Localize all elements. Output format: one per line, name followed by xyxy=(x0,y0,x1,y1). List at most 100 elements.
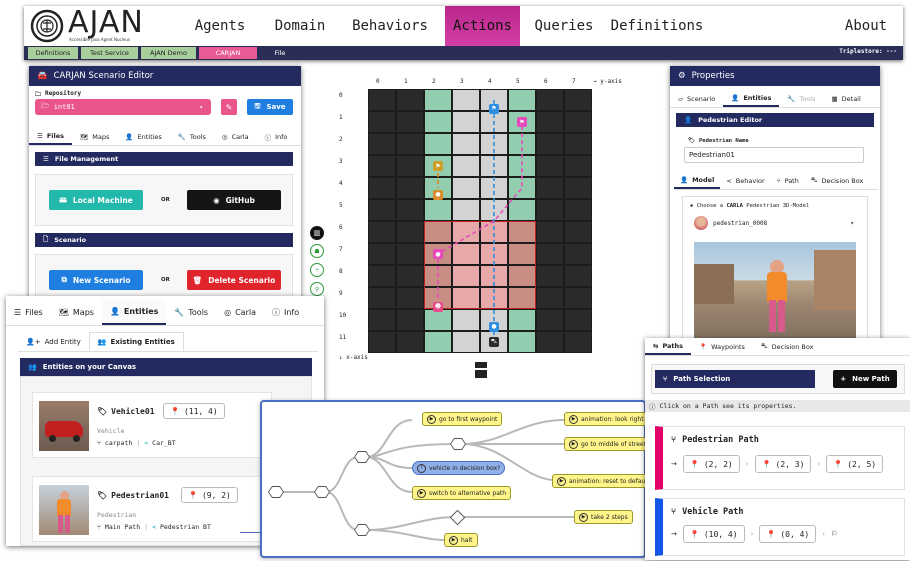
cube-icon: ◈ xyxy=(690,203,697,209)
vehicle-goal-flag-icon[interactable]: ⚑ xyxy=(489,103,499,114)
tab-entities[interactable]: 👤 Entities xyxy=(101,300,167,325)
action-node[interactable]: ▶ take 2 steps xyxy=(574,510,633,524)
pedestrian-goal-flag-icon[interactable]: ⚑ xyxy=(517,117,527,127)
entity-type: Vehicle xyxy=(97,427,125,435)
tab-existing-entities[interactable]: 👥 Existing Entities xyxy=(88,332,184,351)
pedestrian-start-marker xyxy=(475,362,487,378)
repository-select[interactable]: 🗁 int01 ▾ xyxy=(35,99,211,115)
nav-item-actions[interactable]: Actions xyxy=(445,6,520,46)
entity-card-vehicle[interactable]: 🏷 Vehicle01 📍 (11, 4) Vehicle ⑂ carpath | < Ca… xyxy=(32,392,272,458)
top-navbar: AJAN Accessible Java Agent Nucleus Agent… xyxy=(24,5,903,60)
tab-tools[interactable]: 🔧 Tools xyxy=(170,128,214,145)
tab-entities[interactable]: 👤 Entities xyxy=(117,128,169,145)
tab-decision-box[interactable]: ⛍ Decision Box xyxy=(753,338,822,355)
action-node[interactable]: ▶ go to first waypoint xyxy=(422,412,503,426)
waypoint-chip[interactable]: 📍 (0, 4) xyxy=(759,525,817,543)
tab-info[interactable]: ⓘ Info xyxy=(257,128,296,145)
pedestrian-icon[interactable]: ☻ xyxy=(433,301,443,312)
action-node[interactable]: ▶ halt xyxy=(444,533,478,547)
tab-behavior[interactable]: < Behavior xyxy=(720,172,770,189)
tab-scenario[interactable]: ▱ Scenario xyxy=(670,90,723,107)
nav-item-definitions[interactable]: Definitions xyxy=(602,6,712,46)
waypoint-chip[interactable]: 📍 (2, 3) xyxy=(754,455,812,473)
logo[interactable]: AJAN Accessible Java Agent Nucleus xyxy=(30,5,150,45)
tab-paths[interactable]: ⇆ Paths xyxy=(645,338,692,355)
delete-scenario-button[interactable]: 🗑 Delete Scenario xyxy=(187,270,281,290)
subnav-test-service[interactable]: Test Service xyxy=(81,47,138,59)
new-scenario-button[interactable]: ⧉ New Scenario xyxy=(49,270,143,290)
vehicle-icon[interactable]: ⛍ xyxy=(489,337,499,347)
tool-waypoint-icon[interactable]: ⚲ xyxy=(310,282,324,296)
entity-behavior: Pedestrian BT xyxy=(159,523,211,531)
vehicle-waypoint-icon[interactable]: ● xyxy=(489,321,499,332)
subnav-ajan-demo[interactable]: AJAN Demo xyxy=(141,47,196,59)
flag-icon: ⚐ xyxy=(831,530,838,538)
brain-logo-icon xyxy=(30,9,64,43)
route-icon: ⑂ xyxy=(671,435,677,445)
tab-carla[interactable]: ◎ Carla xyxy=(216,300,264,325)
choose-suffix: Pedestrian 3D-Model xyxy=(743,203,810,209)
path-name: ⑂ Pedestrian Path xyxy=(671,435,759,445)
tab-tools[interactable]: 🔧 Tools xyxy=(166,300,216,325)
tab-label: Entities xyxy=(123,307,159,316)
tool-group-icon[interactable]: ☗ xyxy=(310,244,324,258)
action-node[interactable]: ▶ animation: look right xyxy=(564,412,649,426)
action-node[interactable]: ▶ switch to alternative path xyxy=(412,486,512,500)
tab-label: Behavior xyxy=(735,176,765,185)
nav-item-domain[interactable]: Domain xyxy=(260,6,340,46)
tab-path[interactable]: ⑂ Path xyxy=(771,172,805,189)
action-node[interactable]: ▶ animation: reset to default xyxy=(552,474,655,488)
path-card-vehicle[interactable]: ⑂ Vehicle Path → 📍 (10, 4) › 📍 (0, 4) › ⚐ xyxy=(655,498,905,556)
tab-maps[interactable]: 🗺 Maps xyxy=(51,300,102,325)
tab-files[interactable]: ☰ Files xyxy=(29,128,73,145)
subnav-label: CARJAN xyxy=(215,49,241,57)
tab-info[interactable]: ⓘ Info xyxy=(264,300,307,325)
path-selection-title: Path Selection xyxy=(673,375,731,383)
github-button[interactable]: ◉ GitHub xyxy=(187,190,281,210)
waypoint-chip[interactable]: 📍 (2, 5) xyxy=(826,455,884,473)
subnav-file[interactable]: File xyxy=(260,47,300,59)
route-icon: ⑂ xyxy=(97,439,101,447)
tab-model[interactable]: 👤 Model xyxy=(674,172,721,189)
waypoint-value: (2, 2) xyxy=(703,459,733,469)
behavior-icon: < xyxy=(144,439,149,447)
action-node[interactable]: ▶ go to middle of street xyxy=(564,437,651,451)
map-icon: 🗺 xyxy=(58,308,69,317)
pedestrian-name-input[interactable]: Pedestrian01 xyxy=(684,147,864,163)
path-card-pedestrian[interactable]: ⑂ Pedestrian Path → 📍 (2, 2) › 📍 (2, 3) › 📍… xyxy=(655,426,905,490)
tab-tools[interactable]: 🔧 Tools xyxy=(779,90,823,107)
tab-detail[interactable]: ▦ Detail xyxy=(823,90,868,107)
edit-repository-button[interactable]: ✎ xyxy=(221,99,237,115)
tab-carla[interactable]: ◎ Carla xyxy=(214,128,257,145)
scenario-grid[interactable]: 01234567 → y-axis 0 1 2 3 4 5 6 7 8 9 10 11 ⚑ ⚑ ⚑ ● ● ☻ ●… xyxy=(335,72,635,382)
subnav-definitions[interactable]: Definitions xyxy=(28,47,78,59)
subnav-carjan[interactable]: CARJAN xyxy=(199,47,257,59)
new-path-label: New Path xyxy=(852,375,890,383)
nav-item-queries[interactable]: Queries xyxy=(524,6,604,46)
tool-map-icon[interactable]: ▥ xyxy=(310,226,324,240)
save-button[interactable]: 🖫 Save xyxy=(247,99,293,115)
tab-add-entity[interactable]: 👤+ Add Entity xyxy=(18,332,89,351)
new-path-button[interactable]: + New Path xyxy=(833,370,897,388)
tab-waypoints[interactable]: 📍 Waypoints xyxy=(691,338,753,355)
model-select[interactable]: pedestrian_0008 ▾ xyxy=(690,213,860,233)
tab-entities[interactable]: 👤 Entities xyxy=(723,90,780,107)
entity-type: Pedestrian xyxy=(97,511,137,519)
tab-files[interactable]: ☰ Files xyxy=(6,300,51,325)
waypoint-chip[interactable]: 📍 (2, 2) xyxy=(682,455,740,473)
condition-node[interactable]: ? vehicle in decision box? xyxy=(412,461,506,475)
entity-card-pedestrian[interactable]: 🏷 Pedestrian01 📍 (9, 2) Pedestrian ⑂ Main P… xyxy=(32,476,272,542)
add-user-icon: 👤+ xyxy=(26,337,41,346)
alt-goal-flag-icon[interactable]: ⚑ xyxy=(433,161,443,171)
path-name-text: Vehicle Path xyxy=(682,507,744,517)
nav-item-about[interactable]: About xyxy=(836,6,896,46)
waypoint-marker-icon[interactable]: ● xyxy=(433,189,443,200)
tab-decision-box[interactable]: ⛍ Decision Box xyxy=(805,172,870,189)
waypoint-marker-icon[interactable]: ● xyxy=(433,249,443,259)
tab-maps[interactable]: 🗺 Maps xyxy=(72,128,117,145)
tool-path-icon[interactable]: ⑂ xyxy=(310,263,324,277)
local-machine-button[interactable]: 🖴 Local Machine xyxy=(49,190,143,210)
waypoint-chip[interactable]: 📍 (10, 4) xyxy=(682,525,745,543)
nav-item-agents[interactable]: Agents xyxy=(180,6,260,46)
nav-item-behaviors[interactable]: Behaviors xyxy=(340,6,440,46)
